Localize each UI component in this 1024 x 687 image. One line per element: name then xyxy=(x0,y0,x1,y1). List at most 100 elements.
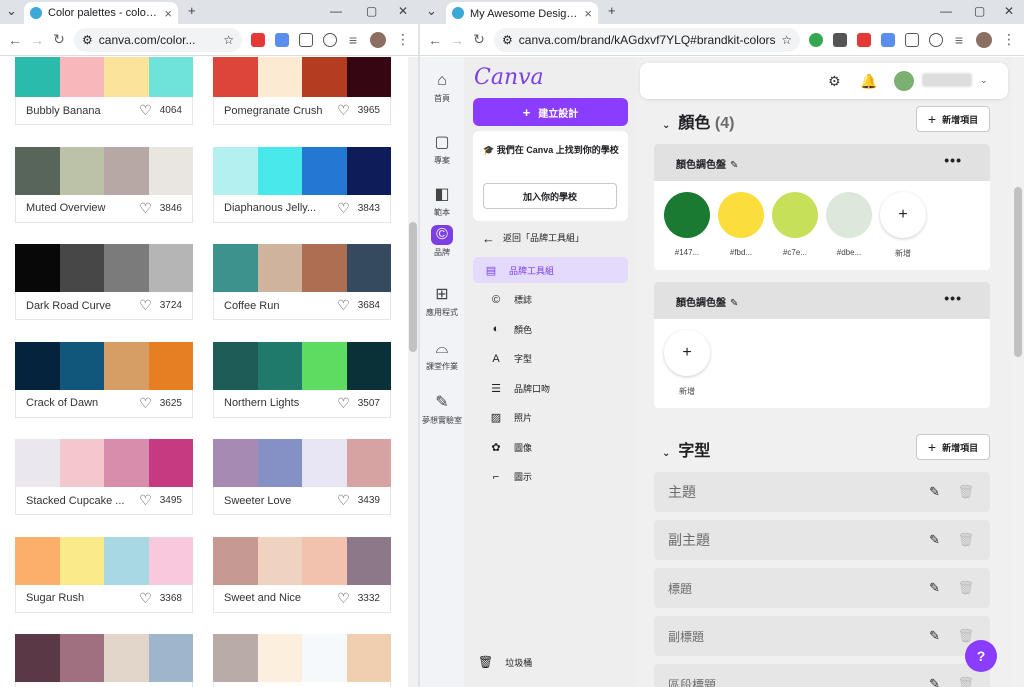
close-window-icon[interactable]: ✕ xyxy=(398,4,408,18)
color-swatch[interactable] xyxy=(213,244,258,292)
color-swatch[interactable] xyxy=(346,634,391,682)
color-swatch[interactable] xyxy=(213,341,258,390)
color-swatch[interactable] xyxy=(148,244,193,292)
color-swatch[interactable] xyxy=(104,244,149,292)
brand-nav-item[interactable]: © 標誌 xyxy=(478,287,633,313)
profile-avatar[interactable] xyxy=(370,31,386,48)
rail-item-3[interactable]: © 品牌 xyxy=(420,225,464,258)
extension-crown-icon[interactable] xyxy=(833,32,847,47)
rail-item-5[interactable]: ⌓ 課堂作業 xyxy=(420,339,464,372)
palette-name[interactable]: Dark Road Curve xyxy=(26,300,139,312)
reload-icon[interactable]: ↻ xyxy=(48,31,70,48)
palette-name[interactable]: 顏色調色盤 ✎ xyxy=(676,294,738,309)
color-swatch[interactable] xyxy=(302,57,347,97)
rail-item-6[interactable]: ✎ 夢想實驗室 xyxy=(420,393,464,426)
palette-card[interactable]: Muted Overview ♡ 3846 xyxy=(15,146,193,223)
color-swatch[interactable] xyxy=(346,341,391,390)
color-swatch[interactable] xyxy=(15,244,60,292)
color-swatch[interactable] xyxy=(59,244,104,292)
delete-trash-icon[interactable]: 🗑 xyxy=(957,484,974,500)
palette-card[interactable]: Sweet and Nice ♡ 3332 xyxy=(213,536,391,613)
palette-card[interactable]: Stacked Cupcake ... ♡ 3495 xyxy=(15,439,193,515)
palette-swatches[interactable] xyxy=(15,244,193,292)
more-options-icon[interactable]: ••• xyxy=(944,290,962,306)
palette-card[interactable]: Dark Road Curve ♡ 3724 xyxy=(15,244,193,320)
forward-icon[interactable]: → xyxy=(446,32,468,48)
heart-icon[interactable]: ♡ xyxy=(337,590,350,607)
edit-pencil-icon[interactable]: ✎ xyxy=(929,532,940,548)
capture-extension-icon[interactable] xyxy=(323,32,337,47)
color-swatch[interactable] xyxy=(664,192,710,238)
palette-name[interactable]: Diaphanous Jelly... xyxy=(224,202,337,214)
address-bar[interactable]: ⚙ canva.com/color... ☆ xyxy=(74,27,242,52)
color-swatch[interactable] xyxy=(826,192,872,238)
palette-card[interactable]: Coffee Run ♡ 3684 xyxy=(213,244,391,320)
close-tab-icon[interactable]: × xyxy=(164,6,172,21)
color-swatch[interactable] xyxy=(718,192,764,238)
bookmark-star-icon[interactable]: ☆ xyxy=(223,33,234,47)
brand-nav-item[interactable]: A 字型 xyxy=(478,346,633,372)
palette-swatches[interactable] xyxy=(213,146,391,195)
new-tab-icon[interactable]: + xyxy=(188,3,196,18)
canva-logo[interactable]: Canva xyxy=(474,65,544,90)
rail-item-2[interactable]: ◧ 範本 xyxy=(420,185,464,218)
scrollbar[interactable] xyxy=(1012,57,1024,687)
heart-icon[interactable]: ♡ xyxy=(337,297,350,314)
color-swatch[interactable] xyxy=(59,341,104,390)
palette-swatches[interactable] xyxy=(15,57,193,97)
minimize-icon[interactable]: — xyxy=(330,4,342,18)
palette-swatches[interactable] xyxy=(213,536,391,585)
translate-extension-icon[interactable] xyxy=(275,32,289,47)
palette-card[interactable]: Bubbly Banana ♡ 4064 xyxy=(15,57,193,125)
settings-gear-icon[interactable]: ⚙ xyxy=(828,73,841,90)
site-info-icon[interactable]: ⚙ xyxy=(82,33,93,47)
color-swatch[interactable] xyxy=(213,57,258,97)
heart-icon[interactable]: ♡ xyxy=(139,395,152,412)
heart-icon[interactable]: ♡ xyxy=(337,492,350,509)
color-swatch[interactable] xyxy=(15,439,60,487)
close-tab-icon[interactable]: × xyxy=(584,6,592,21)
edit-pencil-icon[interactable]: ✎ xyxy=(929,484,940,500)
rail-item-1[interactable]: ▢ 專案 xyxy=(420,133,464,166)
color-swatch[interactable] xyxy=(213,634,258,682)
new-tab-icon[interactable]: + xyxy=(608,3,616,18)
reload-icon[interactable]: ↻ xyxy=(468,31,490,48)
delete-trash-icon[interactable]: 🗑 xyxy=(957,580,974,596)
palette-name[interactable]: Coffee Run xyxy=(224,300,337,312)
heart-icon[interactable]: ♡ xyxy=(139,297,152,314)
bookmark-star-icon[interactable]: ☆ xyxy=(781,33,792,47)
tab-search-icon[interactable]: ⌄ xyxy=(6,3,17,19)
color-swatch[interactable] xyxy=(104,439,149,487)
color-swatch[interactable] xyxy=(346,536,391,585)
extension-red-icon[interactable] xyxy=(857,32,871,47)
heart-icon[interactable]: ♡ xyxy=(337,395,350,412)
heart-icon[interactable]: ♡ xyxy=(337,200,350,217)
brand-nav-item[interactable]: ✿ 圖像 xyxy=(478,434,633,460)
delete-trash-icon[interactable]: 🗑 xyxy=(957,676,974,687)
color-swatch[interactable] xyxy=(257,634,302,682)
maximize-icon[interactable]: ▢ xyxy=(974,4,985,18)
color-swatch[interactable] xyxy=(104,536,149,585)
color-swatch[interactable] xyxy=(59,439,104,487)
color-swatch[interactable] xyxy=(302,439,347,487)
maximize-icon[interactable]: ▢ xyxy=(366,4,377,18)
color-swatch[interactable] xyxy=(148,341,193,390)
heart-icon[interactable]: ♡ xyxy=(337,102,350,119)
more-options-icon[interactable]: ••• xyxy=(944,152,962,168)
tab-color-palettes[interactable]: Color palettes - color scheme × xyxy=(24,2,178,24)
add-color-item-button[interactable]: + 新增項目 xyxy=(916,106,990,132)
palette-swatches[interactable] xyxy=(213,244,391,292)
color-swatch[interactable] xyxy=(104,634,149,682)
rail-item-0[interactable]: ⌂ 首頁 xyxy=(420,71,464,104)
palette-name[interactable]: Sweeter Love xyxy=(224,495,337,507)
palette-swatches[interactable] xyxy=(213,57,391,97)
extensions-puzzle-icon[interactable] xyxy=(905,32,919,47)
edit-pencil-icon[interactable]: ✎ xyxy=(929,676,940,687)
notification-bell-icon[interactable]: 🔔 xyxy=(860,73,877,90)
user-avatar[interactable] xyxy=(894,71,914,91)
color-swatch[interactable] xyxy=(59,57,104,97)
palette-swatches[interactable] xyxy=(213,634,391,682)
palette-swatches[interactable] xyxy=(15,634,193,682)
heart-icon[interactable]: ♡ xyxy=(139,102,152,119)
join-school-button[interactable]: 加入你的學校 xyxy=(483,183,617,209)
